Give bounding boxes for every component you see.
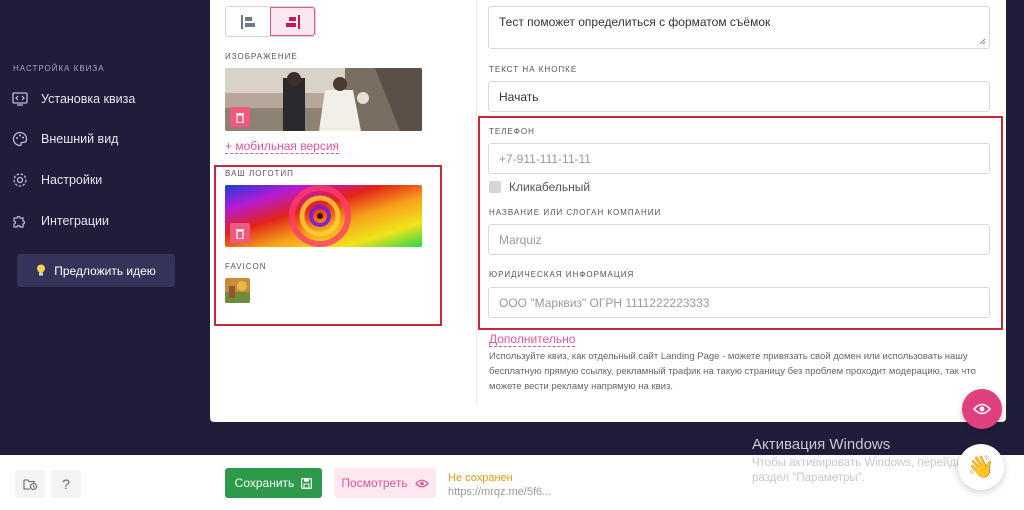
- sidebar-item-label: Настройки: [41, 173, 103, 187]
- phone-input[interactable]: +7-911-111-11-11: [488, 143, 990, 174]
- description-text: Тест поможет определиться с форматом съё…: [499, 15, 771, 29]
- align-left-icon: [241, 14, 256, 29]
- sidebar-heading: НАСТРОЙКА КВИЗА: [13, 64, 105, 73]
- sidebar-item-label: Установка квиза: [41, 92, 136, 106]
- windows-activation-title: Активация Windows: [752, 436, 891, 453]
- resize-handle-icon[interactable]: [979, 38, 986, 45]
- align-right-icon: [285, 14, 300, 29]
- delete-logo-button[interactable]: [230, 223, 250, 243]
- sidebar-item-integrations[interactable]: Интеграции: [12, 210, 109, 232]
- favicon-image[interactable]: [225, 278, 250, 303]
- gear-icon: [12, 172, 28, 188]
- delete-cover-button[interactable]: [230, 107, 250, 127]
- cover-image: [225, 68, 422, 131]
- sidebar-item-label: Внешний вид: [41, 132, 119, 146]
- suggest-idea-label: Предложить идею: [54, 263, 156, 278]
- logo-label: ВАШ ЛОГОТИП: [225, 169, 294, 178]
- save-button[interactable]: Сохранить: [225, 468, 322, 498]
- windows-activation-text: Чтобы активировать Windows, перейдите в …: [752, 456, 982, 486]
- sidebar-item-appearance[interactable]: Внешний вид: [12, 128, 118, 150]
- alignment-toggle: [225, 6, 316, 37]
- folder-clock-icon: [23, 479, 37, 490]
- save-label: Сохранить: [234, 476, 295, 490]
- sidebar: НАСТРОЙКА КВИЗА Установка квиза Внешний …: [0, 0, 192, 455]
- legal-label: ЮРИДИЧЕСКАЯ ИНФОРМАЦИЯ: [489, 270, 635, 279]
- description-textarea[interactable]: Тест поможет определиться с форматом съё…: [488, 6, 990, 49]
- palette-icon: [12, 131, 28, 147]
- column-divider: [476, 0, 477, 405]
- sidebar-item-install[interactable]: Установка квиза: [12, 88, 135, 110]
- checkbox-box[interactable]: [489, 181, 501, 193]
- help-button[interactable]: ?: [51, 470, 81, 498]
- align-left-button[interactable]: [226, 7, 270, 36]
- eye-icon: [973, 403, 991, 415]
- quiz-url[interactable]: https://mrqz.me/5f6...: [448, 486, 551, 498]
- rainbow-rose-image: [225, 185, 422, 247]
- favicon-label: FAVICON: [225, 262, 267, 271]
- company-input[interactable]: Marquiz: [488, 224, 990, 255]
- eye-icon: [414, 479, 429, 488]
- button-text-input[interactable]: Начать: [488, 81, 990, 112]
- windows-activation-line1: Чтобы активировать Windows, перейдите в: [752, 457, 982, 469]
- sidebar-item-settings[interactable]: Настройки: [12, 169, 102, 191]
- logo-image: [225, 185, 422, 247]
- legal-placeholder: ООО "Марквиз" ОГРН 1111222223333: [499, 295, 710, 310]
- align-right-button[interactable]: [270, 7, 315, 36]
- windows-activation-line2: раздел "Параметры".: [752, 472, 865, 484]
- phone-label: ТЕЛЕФОН: [489, 127, 535, 136]
- floppy-icon: [301, 477, 313, 489]
- clickable-checkbox[interactable]: Кликабельный: [489, 180, 590, 194]
- save-status: Не сохранен: [448, 472, 513, 484]
- phone-placeholder: +7-911-111-11-11: [499, 151, 591, 166]
- autumn-favicon-image: [225, 278, 250, 303]
- company-placeholder: Marquiz: [499, 232, 542, 247]
- view-label: Посмотреть: [341, 476, 408, 490]
- button-text-label: ТЕКСТ НА КНОПКЕ: [489, 65, 578, 74]
- puzzle-icon: [12, 213, 28, 229]
- wedding-photo-image: [225, 68, 422, 131]
- view-button[interactable]: Посмотреть: [334, 468, 436, 498]
- chat-wave-button[interactable]: 👋: [958, 444, 1004, 490]
- landing-help-text: Используйте квиз, как отдельный сайт Lan…: [489, 351, 976, 392]
- more-link[interactable]: Дополнительно: [489, 332, 576, 347]
- preview-fab-button[interactable]: [962, 389, 1002, 429]
- button-text-value: Начать: [499, 89, 539, 104]
- sidebar-item-label: Интеграции: [41, 214, 110, 228]
- mobile-version-link[interactable]: + мобильная версия: [225, 139, 340, 154]
- suggest-idea-button[interactable]: Предложить идею: [17, 254, 175, 287]
- trash-icon: [236, 112, 244, 123]
- question-icon: ?: [62, 476, 70, 492]
- lightbulb-icon: [36, 264, 46, 277]
- company-label: НАЗВАНИЕ ИЛИ СЛОГАН КОМПАНИИ: [489, 208, 662, 217]
- trash-icon: [236, 228, 244, 239]
- image-label: ИЗОБРАЖЕНИЕ: [225, 52, 298, 61]
- monitor-code-icon: [12, 91, 28, 107]
- clickable-label: Кликабельный: [509, 180, 591, 194]
- waving-hand-icon: 👋: [967, 454, 995, 479]
- legal-input[interactable]: ООО "Марквиз" ОГРН 1111222223333: [488, 287, 990, 318]
- history-button[interactable]: [15, 470, 45, 498]
